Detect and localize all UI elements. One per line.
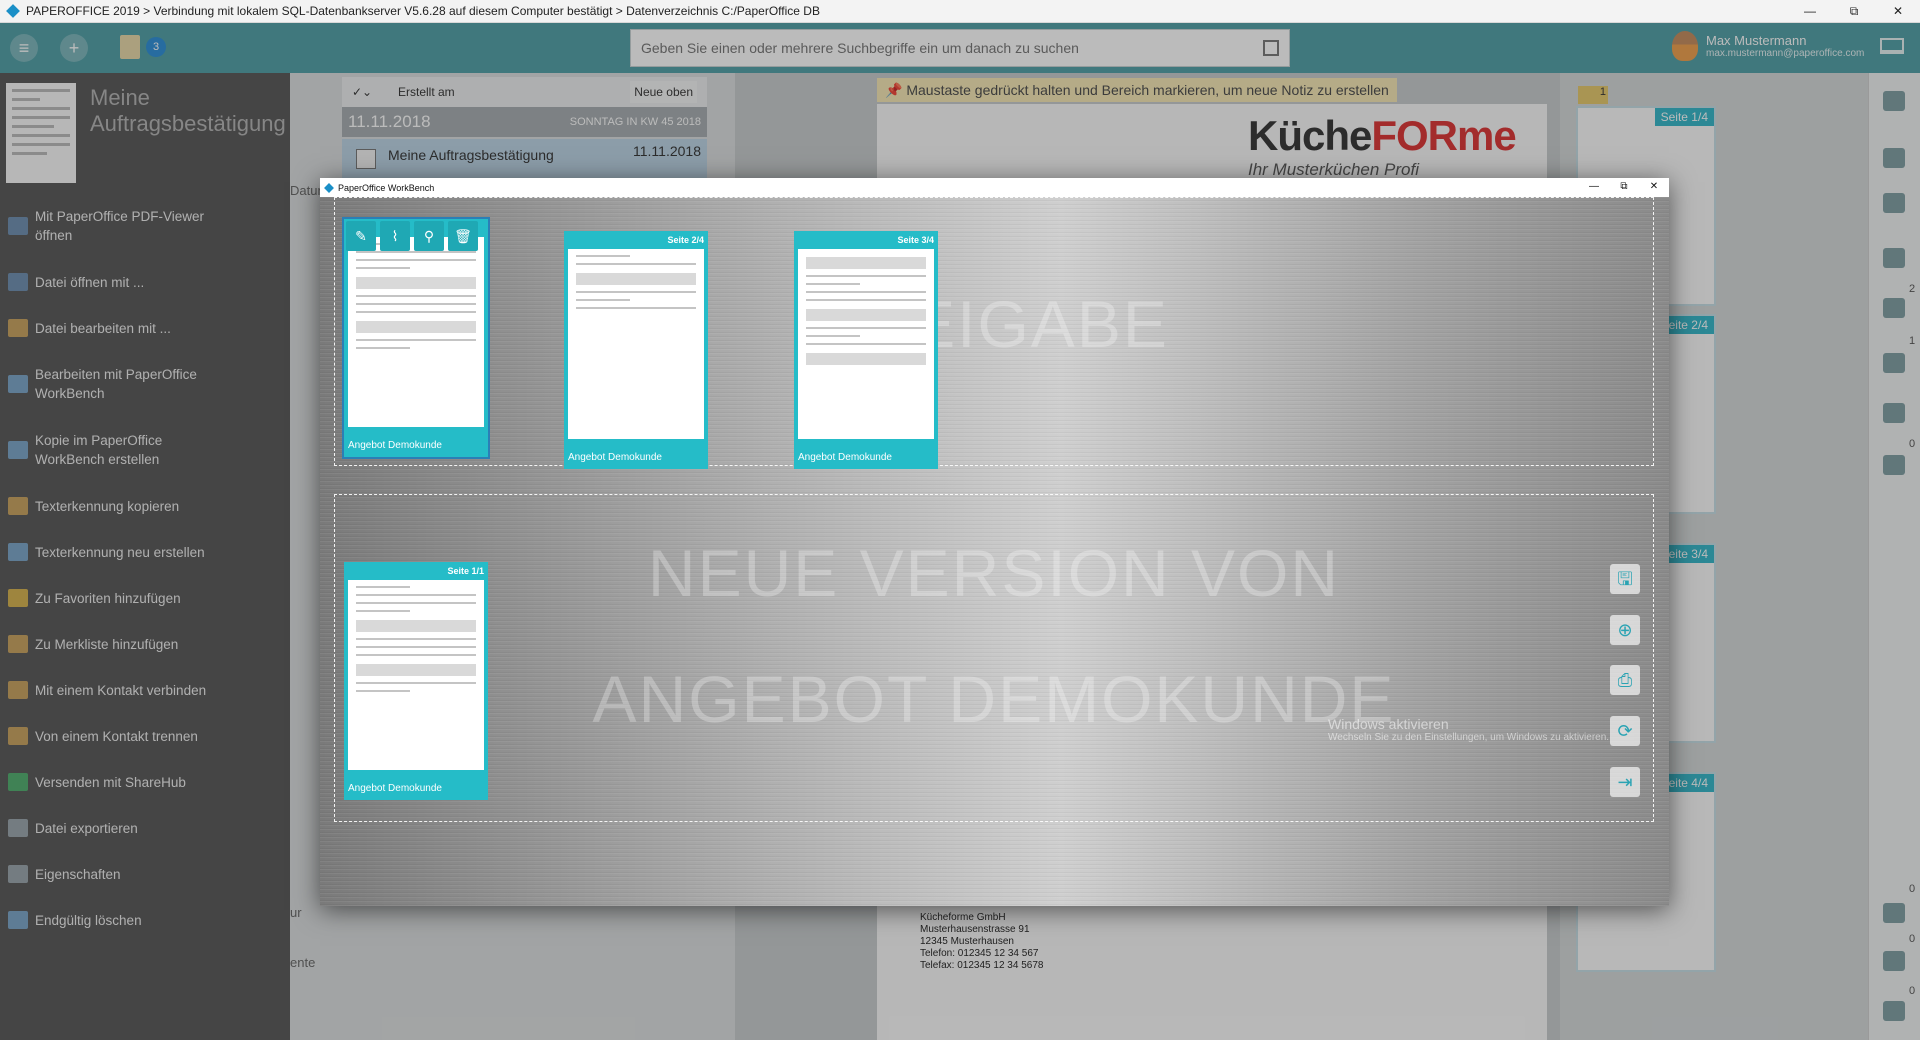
page-preview bbox=[348, 237, 484, 427]
card-page-label: Seite 3/4 bbox=[897, 235, 934, 245]
page-card[interactable]: Seite 3/4 Angebot Demokunde bbox=[794, 231, 938, 469]
card-page-label: Seite 2/4 bbox=[667, 235, 704, 245]
release-zone-label: FREIGABE bbox=[819, 287, 1169, 361]
release-drop-zone[interactable]: FREIGABE bbox=[334, 197, 1654, 466]
close-button[interactable]: ✕ bbox=[1876, 0, 1920, 23]
workbench-close-button[interactable]: ✕ bbox=[1639, 178, 1669, 196]
window-controls: — ⧉ ✕ bbox=[1788, 0, 1920, 23]
zoom-icon[interactable]: ⚲ bbox=[414, 221, 444, 251]
page-preview bbox=[348, 580, 484, 770]
window-titlebar: PAPEROFFICE 2019 > Verbindung mit lokale… bbox=[0, 0, 1920, 23]
card-name: Angebot Demokunde bbox=[568, 452, 662, 463]
card-page-label: Seite 1/1 bbox=[447, 566, 484, 576]
workbench-maximize-button[interactable]: ⧉ bbox=[1609, 178, 1639, 196]
print-icon[interactable]: ⎙ bbox=[1610, 665, 1640, 695]
workbench-body: FREIGABE NEUE VERSION VON ANGEBOT DEMOKU… bbox=[320, 197, 1669, 906]
window-title: PAPEROFFICE 2019 > Verbindung mit lokale… bbox=[26, 4, 820, 18]
workbench-title: PaperOffice WorkBench bbox=[338, 182, 435, 193]
page-card[interactable]: Seite 2/4 Angebot Demokunde bbox=[564, 231, 708, 469]
page-card[interactable]: Seite 1/1 Angebot Demokunde bbox=[344, 562, 488, 800]
workbench-controls: — ⧉ ✕ bbox=[1579, 178, 1669, 196]
page-preview bbox=[798, 249, 934, 439]
workbench-titlebar: PaperOffice WorkBench — ⧉ ✕ bbox=[320, 178, 1669, 197]
card-toolbar: ✎ ⌇ ⚲ 🗑 bbox=[346, 221, 478, 251]
maximize-button[interactable]: ⧉ bbox=[1832, 0, 1876, 23]
save-icon[interactable]: 🖫 bbox=[1610, 564, 1640, 594]
export-icon[interactable]: ⇥ bbox=[1610, 767, 1640, 797]
windows-activation-notice: Windows aktivieren Wechseln Sie zu den E… bbox=[1328, 716, 1610, 743]
page-preview bbox=[568, 249, 704, 439]
new-version-drop-zone[interactable]: NEUE VERSION VON ANGEBOT DEMOKUNDE bbox=[334, 494, 1654, 822]
workbench-window: PaperOffice WorkBench — ⧉ ✕ FREIGABE NEU… bbox=[320, 178, 1669, 906]
page-card[interactable]: ✎ ⌇ ⚲ 🗑 Angebot Demokunde bbox=[344, 219, 488, 457]
trash-icon[interactable]: 🗑 bbox=[448, 221, 478, 251]
card-name: Angebot Demokunde bbox=[348, 783, 442, 794]
paperoffice-logo-icon bbox=[6, 4, 20, 18]
split-icon[interactable]: ⌇ bbox=[380, 221, 410, 251]
new-version-label: NEUE VERSION VON bbox=[647, 536, 1341, 610]
card-name: Angebot Demokunde bbox=[348, 440, 442, 451]
paperoffice-logo-icon bbox=[324, 182, 334, 193]
edit-icon[interactable]: ✎ bbox=[346, 221, 376, 251]
card-name: Angebot Demokunde bbox=[798, 452, 892, 463]
add-icon[interactable]: ⊕ bbox=[1610, 615, 1640, 645]
refresh-icon[interactable]: ⟳ bbox=[1610, 716, 1640, 746]
minimize-button[interactable]: — bbox=[1788, 0, 1832, 23]
workbench-minimize-button[interactable]: — bbox=[1579, 178, 1609, 196]
